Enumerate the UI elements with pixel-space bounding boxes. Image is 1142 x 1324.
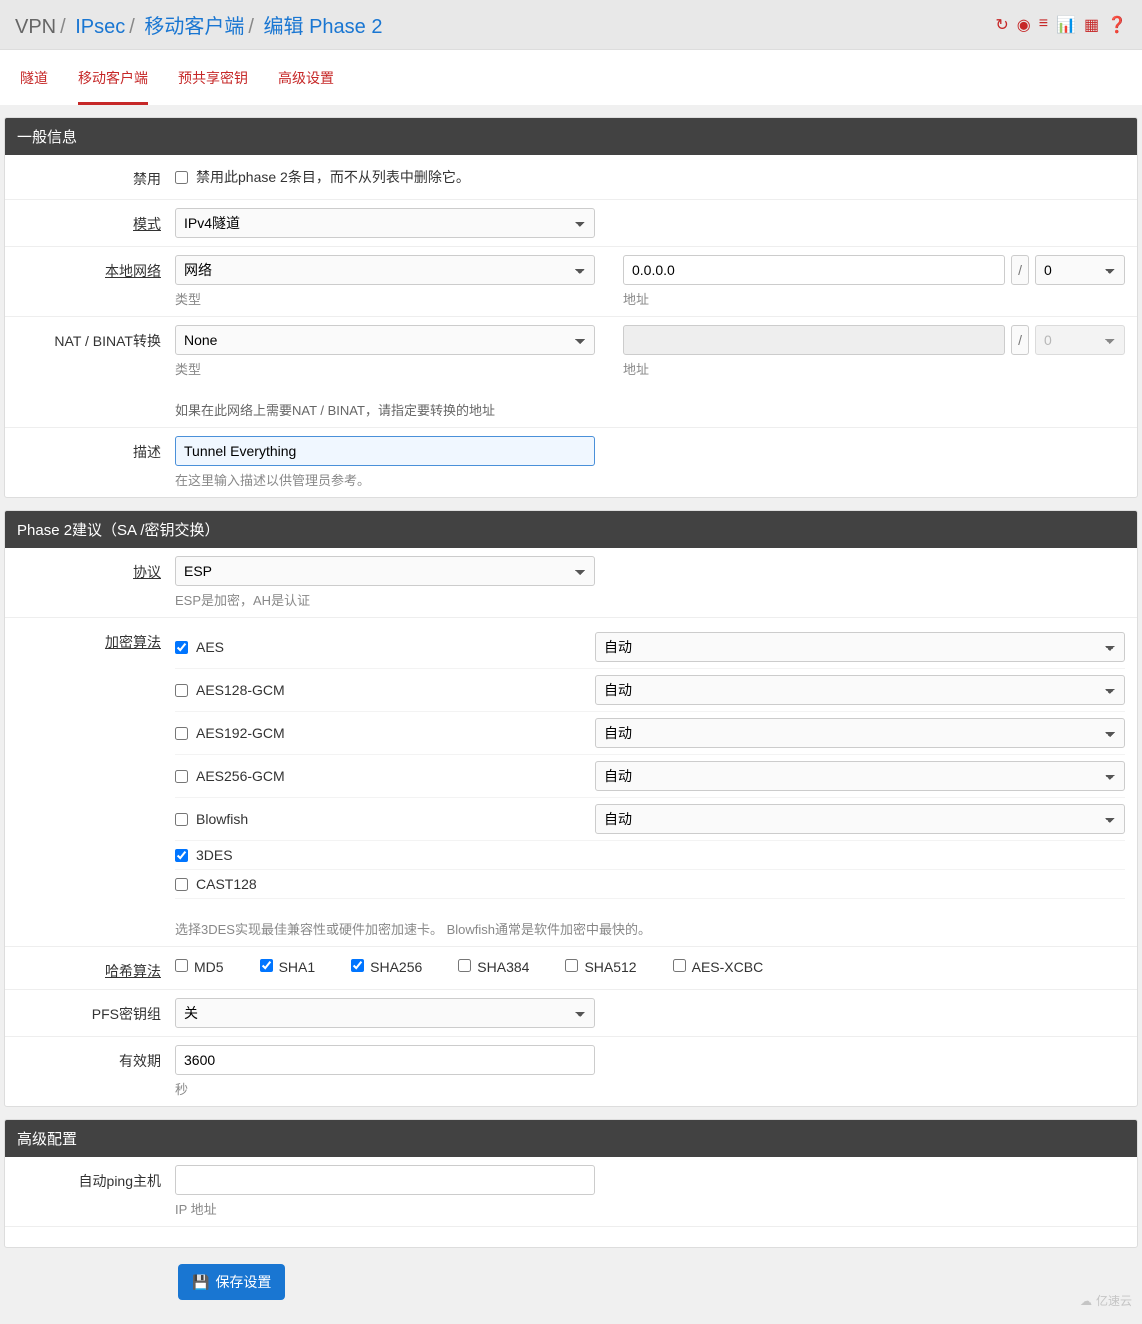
enc-label: AES192-GCM: [196, 725, 285, 741]
enc-checkbox-aes192-gcm[interactable]: [175, 727, 188, 740]
save-label: 保存设置: [215, 1272, 271, 1292]
proto-label: 协议: [5, 556, 175, 609]
enc-label: AES: [196, 639, 224, 655]
header-icons: ↻ ◉ ≡ 📊 ▦ ❓: [995, 15, 1127, 35]
enc-bits-select[interactable]: 自动: [595, 675, 1125, 705]
enc-checkbox-aes128-gcm[interactable]: [175, 684, 188, 697]
enc-checkbox-blowfish[interactable]: [175, 813, 188, 826]
disable-text: 禁用此phase 2条目，而不从列表中删除它。: [196, 167, 470, 187]
enc-checkbox-3des[interactable]: [175, 849, 188, 862]
save-icon: 💾: [192, 1274, 209, 1291]
enc-label: AES128-GCM: [196, 682, 285, 698]
enc-bits-select[interactable]: 自动: [595, 804, 1125, 834]
enc-bits-select[interactable]: 自动: [595, 761, 1125, 791]
panel-general-title: 一般信息: [5, 118, 1137, 155]
panel-phase2: Phase 2建议（SA /密钥交换） 协议 ESP ESP是加密，AH是认证 …: [4, 510, 1138, 1107]
panel-general: 一般信息 禁用 禁用此phase 2条目，而不从列表中删除它。 模式 IPv4隧…: [4, 117, 1138, 498]
hash-label: SHA512: [584, 959, 636, 975]
ping-label: 自动ping主机: [5, 1165, 175, 1218]
enc-label: AES256-GCM: [196, 768, 285, 784]
desc-input[interactable]: [175, 436, 595, 466]
enc-checkbox-aes256-gcm[interactable]: [175, 770, 188, 783]
ping-help: IP 地址: [175, 1199, 595, 1218]
watermark: ☁ 亿速云: [1080, 1292, 1132, 1309]
nat-addr-help: 地址: [623, 359, 1125, 378]
disable-checkbox[interactable]: [175, 171, 188, 184]
proto-select[interactable]: ESP: [175, 556, 595, 586]
desc-help: 在这里输入描述以供管理员参考。: [175, 470, 595, 489]
hash-checkbox-sha512[interactable]: [565, 959, 578, 972]
enc-bits-select[interactable]: 自动: [595, 718, 1125, 748]
target-icon[interactable]: ◉: [1017, 15, 1031, 35]
nat-type-help: 类型: [175, 359, 595, 378]
slash-sep2: /: [1011, 325, 1029, 355]
sliders-icon[interactable]: ≡: [1039, 15, 1048, 35]
enc-help: 选择3DES实现最佳兼容性或硬件加密加速卡。 Blowfish通常是软件加密中最…: [175, 919, 1125, 938]
cloud-icon: ☁: [1080, 1294, 1092, 1308]
tabs: 隧道 移动客户端 预共享密钥 高级设置: [0, 50, 1142, 105]
save-button[interactable]: 💾 保存设置: [178, 1264, 285, 1300]
hash-checkbox-md5[interactable]: [175, 959, 188, 972]
mode-label: 模式: [5, 208, 175, 238]
breadcrumb-ipsec[interactable]: IPsec: [75, 16, 125, 38]
hash-checkbox-aes-xcbc[interactable]: [673, 959, 686, 972]
mode-select[interactable]: IPv4隧道: [175, 208, 595, 238]
hash-label: SHA384: [477, 959, 529, 975]
local-addr-help: 地址: [623, 289, 1125, 308]
local-type-select[interactable]: 网络: [175, 255, 595, 285]
calendar-icon[interactable]: ▦: [1084, 15, 1099, 35]
local-addr-input[interactable]: [623, 255, 1005, 285]
help-icon[interactable]: ❓: [1107, 15, 1127, 35]
enc-label: CAST128: [196, 876, 257, 892]
ping-input[interactable]: [175, 1165, 595, 1195]
hash-label: MD5: [194, 959, 224, 975]
tab-tunnel[interactable]: 隧道: [20, 68, 48, 105]
local-label: 本地网络: [5, 255, 175, 308]
local-mask-select[interactable]: 0: [1035, 255, 1125, 285]
chart-icon[interactable]: 📊: [1056, 15, 1076, 35]
slash-sep: /: [1011, 255, 1029, 285]
life-help: 秒: [175, 1079, 595, 1098]
tab-mobile[interactable]: 移动客户端: [78, 68, 148, 105]
life-label: 有效期: [5, 1045, 175, 1098]
hash-checkbox-sha256[interactable]: [351, 959, 364, 972]
breadcrumb: VPN/ IPsec/ 移动客户端/ 编辑 Phase 2: [15, 10, 382, 39]
panel-adv: 高级配置 自动ping主机 IP 地址: [4, 1119, 1138, 1248]
pfs-label: PFS密钥组: [5, 998, 175, 1028]
hash-label: 哈希算法: [5, 955, 175, 981]
tab-advanced[interactable]: 高级设置: [278, 68, 334, 105]
life-input[interactable]: [175, 1045, 595, 1075]
enc-checkbox-aes[interactable]: [175, 641, 188, 654]
pfs-select[interactable]: 关: [175, 998, 595, 1028]
tab-psk[interactable]: 预共享密钥: [178, 68, 248, 105]
panel-phase2-title: Phase 2建议（SA /密钥交换）: [5, 511, 1137, 548]
breadcrumb-edit[interactable]: 编辑 Phase 2: [264, 16, 383, 38]
nat-type-select[interactable]: None: [175, 325, 595, 355]
hash-label: SHA1: [279, 959, 316, 975]
disable-label: 禁用: [5, 163, 175, 191]
proto-help: ESP是加密，AH是认证: [175, 590, 595, 609]
breadcrumb-mobile[interactable]: 移动客户端: [144, 16, 244, 38]
nat-addr-input: [623, 325, 1005, 355]
enc-bits-select[interactable]: 自动: [595, 632, 1125, 662]
hash-label: SHA256: [370, 959, 422, 975]
desc-label: 描述: [5, 436, 175, 489]
enc-label: Blowfish: [196, 811, 248, 827]
hash-label: AES-XCBC: [692, 959, 764, 975]
breadcrumb-vpn: VPN: [15, 16, 56, 38]
hash-checkbox-sha384[interactable]: [458, 959, 471, 972]
page-header: VPN/ IPsec/ 移动客户端/ 编辑 Phase 2 ↻ ◉ ≡ 📊 ▦ …: [0, 0, 1142, 50]
local-type-help: 类型: [175, 289, 595, 308]
enc-label: 3DES: [196, 847, 233, 863]
enc-label: 加密算法: [5, 626, 175, 938]
refresh-icon[interactable]: ↻: [995, 15, 1008, 35]
nat-note: 如果在此网络上需要NAT / BINAT，请指定要转换的地址: [175, 400, 595, 419]
nat-mask-select: 0: [1035, 325, 1125, 355]
enc-checkbox-cast128[interactable]: [175, 878, 188, 891]
nat-label: NAT / BINAT转换: [5, 325, 175, 419]
hash-checkbox-sha1[interactable]: [260, 959, 273, 972]
panel-adv-title: 高级配置: [5, 1120, 1137, 1157]
